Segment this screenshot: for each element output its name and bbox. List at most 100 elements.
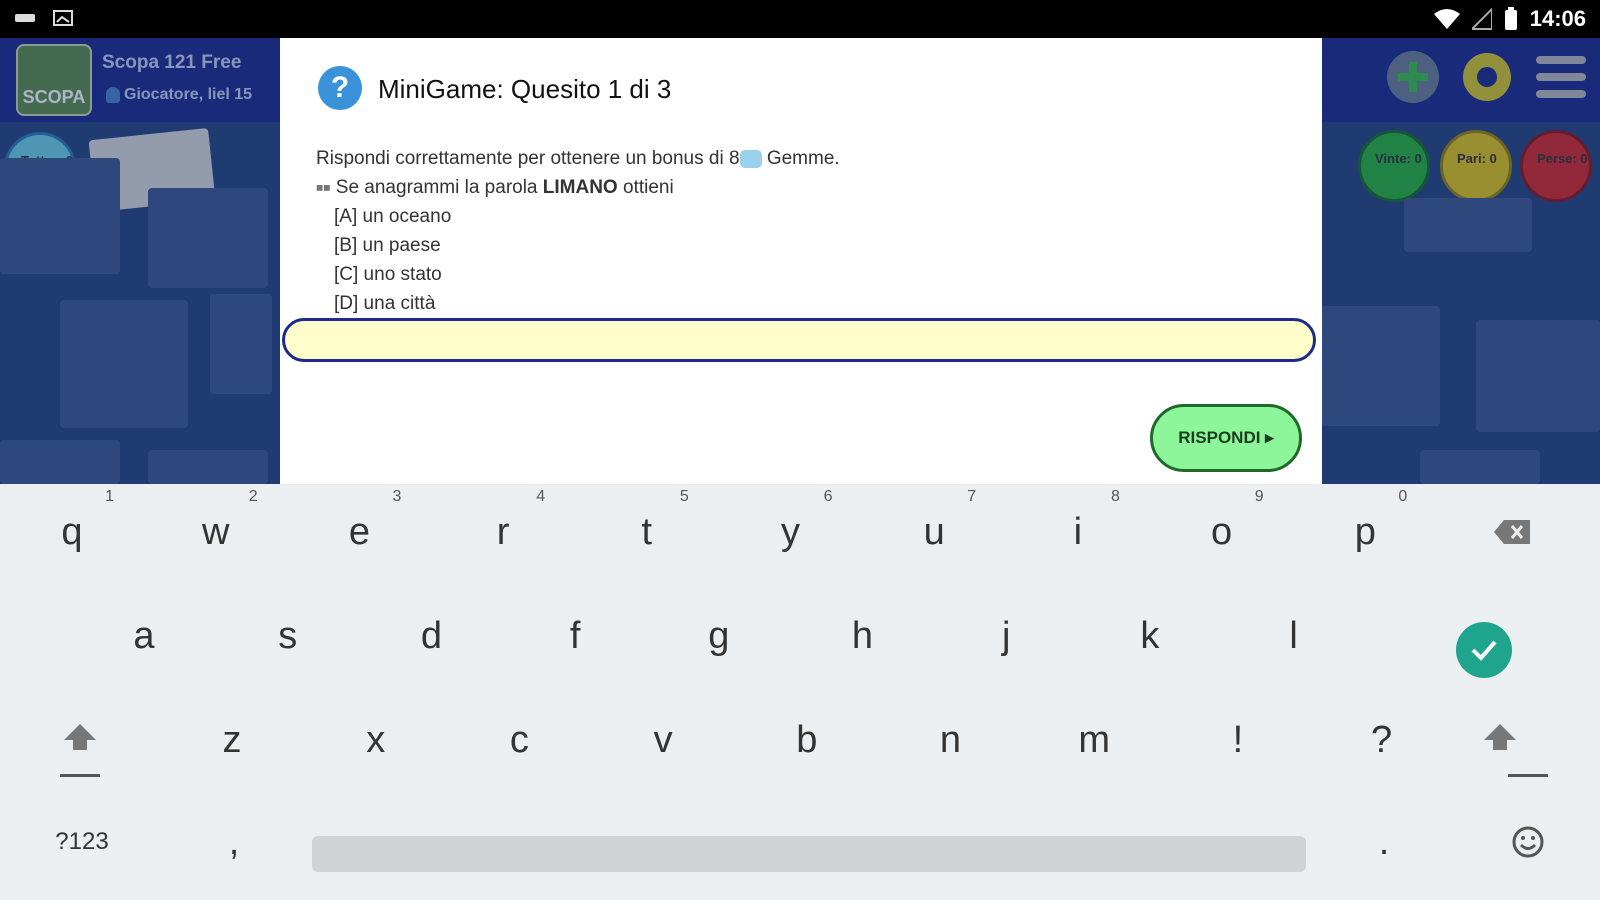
question-suffix: ottieni — [617, 177, 674, 198]
key-j[interactable]: j — [946, 588, 1066, 684]
key-label: j — [1001, 614, 1011, 657]
key-p[interactable]: p0 — [1305, 484, 1425, 580]
key-label: f — [569, 614, 581, 657]
key-label: d — [420, 614, 442, 657]
key-question[interactable]: ? — [1322, 692, 1442, 788]
shift-key-right[interactable] — [1440, 690, 1560, 786]
key-label: m — [1078, 718, 1111, 761]
shift-indicator — [60, 774, 100, 777]
key-hint: 0 — [1398, 488, 1408, 505]
key-f[interactable]: f — [515, 588, 635, 684]
key-label: u — [923, 510, 945, 553]
key-label: p — [1354, 510, 1376, 553]
key-label: a — [133, 614, 155, 657]
key-q[interactable]: q1 — [12, 484, 132, 580]
backspace-icon — [1494, 520, 1530, 544]
key-label: r — [496, 510, 510, 553]
key-hint: 3 — [392, 488, 402, 505]
shift-indicator — [1508, 774, 1548, 777]
key-w[interactable]: w2 — [156, 484, 276, 580]
image-icon — [53, 10, 73, 26]
bonus-text-suffix: Gemme. — [761, 148, 840, 169]
shift-icon — [1484, 724, 1516, 750]
key-d[interactable]: d — [371, 588, 491, 684]
key-l[interactable]: l — [1234, 588, 1354, 684]
key-label: y — [781, 510, 800, 553]
option-b: [B] un paese — [334, 235, 441, 257]
key-x[interactable]: x — [316, 692, 436, 788]
notification-icon — [15, 14, 35, 22]
question-prefix: Se anagrammi la parola — [335, 177, 543, 198]
key-label: z — [222, 718, 242, 761]
question-icon: ? — [318, 66, 362, 110]
period-key[interactable]: . — [1324, 794, 1444, 890]
comma-key[interactable]: , — [174, 794, 294, 890]
key-label: l — [1289, 614, 1298, 657]
key-v[interactable]: v — [603, 692, 723, 788]
key-label: n — [939, 718, 962, 761]
bullet-icon: ■■ — [316, 180, 331, 195]
answer-input[interactable] — [282, 318, 1316, 362]
option-c: [C] uno stato — [334, 264, 442, 286]
status-bar: 14:06 — [0, 0, 1600, 38]
key-h[interactable]: h — [803, 588, 923, 684]
gem-icon — [739, 149, 762, 168]
done-key[interactable] — [1456, 622, 1512, 678]
bonus-text-prefix: Rispondi correttamente per ottenere un b… — [316, 148, 740, 169]
key-label: g — [708, 614, 730, 657]
key-a[interactable]: a — [84, 588, 204, 684]
dialog-title: MiniGame: Quesito 1 di 3 — [378, 74, 672, 104]
key-label: b — [796, 718, 818, 761]
key-c[interactable]: c — [459, 692, 579, 788]
key-label: s — [278, 614, 298, 657]
signal-icon — [1471, 8, 1492, 30]
key-label: o — [1211, 510, 1233, 553]
key-t[interactable]: t5 — [587, 484, 707, 580]
symbols-key[interactable]: ?123 — [22, 794, 142, 890]
key-i[interactable]: i8 — [1018, 484, 1138, 580]
key-hint: 7 — [967, 488, 977, 505]
key-s[interactable]: s — [228, 588, 348, 684]
key-r[interactable]: r4 — [443, 484, 563, 580]
key-o[interactable]: o9 — [1162, 484, 1282, 580]
key-hint: 2 — [248, 488, 258, 505]
key-b[interactable]: b — [747, 692, 867, 788]
key-exclamation[interactable]: ! — [1178, 692, 1298, 788]
battery-icon — [1504, 7, 1517, 30]
key-label: v — [653, 718, 673, 761]
shift-icon — [64, 724, 96, 750]
space-key[interactable] — [312, 836, 1306, 872]
key-label: e — [348, 510, 370, 553]
minigame-dialog: ? MiniGame: Quesito 1 di 3 Rispondi corr… — [280, 38, 1322, 484]
key-hint: 5 — [679, 488, 689, 505]
key-z[interactable]: z — [172, 692, 292, 788]
emoji-key[interactable] — [1468, 794, 1588, 890]
key-e[interactable]: e3 — [299, 484, 419, 580]
emoji-icon — [1512, 826, 1544, 858]
soft-keyboard: ?123 , . q1w2e3r4t5y6u7i8o9p0asdfghjklzx… — [0, 484, 1600, 900]
question-text: ■■ Se anagrammi la parola LIMANO ottieni — [316, 173, 840, 202]
shift-key-left[interactable] — [20, 690, 140, 786]
submit-answer-button[interactable]: RISPONDI ▸ — [1150, 404, 1302, 472]
key-hint: 4 — [536, 488, 546, 505]
clock: 14:06 — [1529, 6, 1586, 31]
dialog-body: Rispondi correttamente per ottenere un b… — [316, 144, 840, 318]
option-a: [A] un oceano — [334, 206, 452, 228]
key-label: ? — [1371, 718, 1393, 761]
key-label: ! — [1232, 718, 1244, 761]
key-u[interactable]: u7 — [874, 484, 994, 580]
key-label: x — [366, 718, 386, 761]
key-k[interactable]: k — [1090, 588, 1210, 684]
key-label: k — [1140, 614, 1160, 657]
key-g[interactable]: g — [659, 588, 779, 684]
key-m[interactable]: m — [1034, 692, 1154, 788]
backspace-key[interactable] — [1452, 484, 1572, 580]
key-label: h — [851, 614, 874, 657]
wifi-icon — [1433, 9, 1460, 29]
key-n[interactable]: n — [891, 692, 1011, 788]
key-hint: 6 — [823, 488, 833, 505]
key-y[interactable]: y6 — [731, 484, 851, 580]
key-label: c — [509, 718, 529, 761]
key-label: q — [61, 510, 83, 553]
option-d: [D] una città — [334, 293, 436, 315]
